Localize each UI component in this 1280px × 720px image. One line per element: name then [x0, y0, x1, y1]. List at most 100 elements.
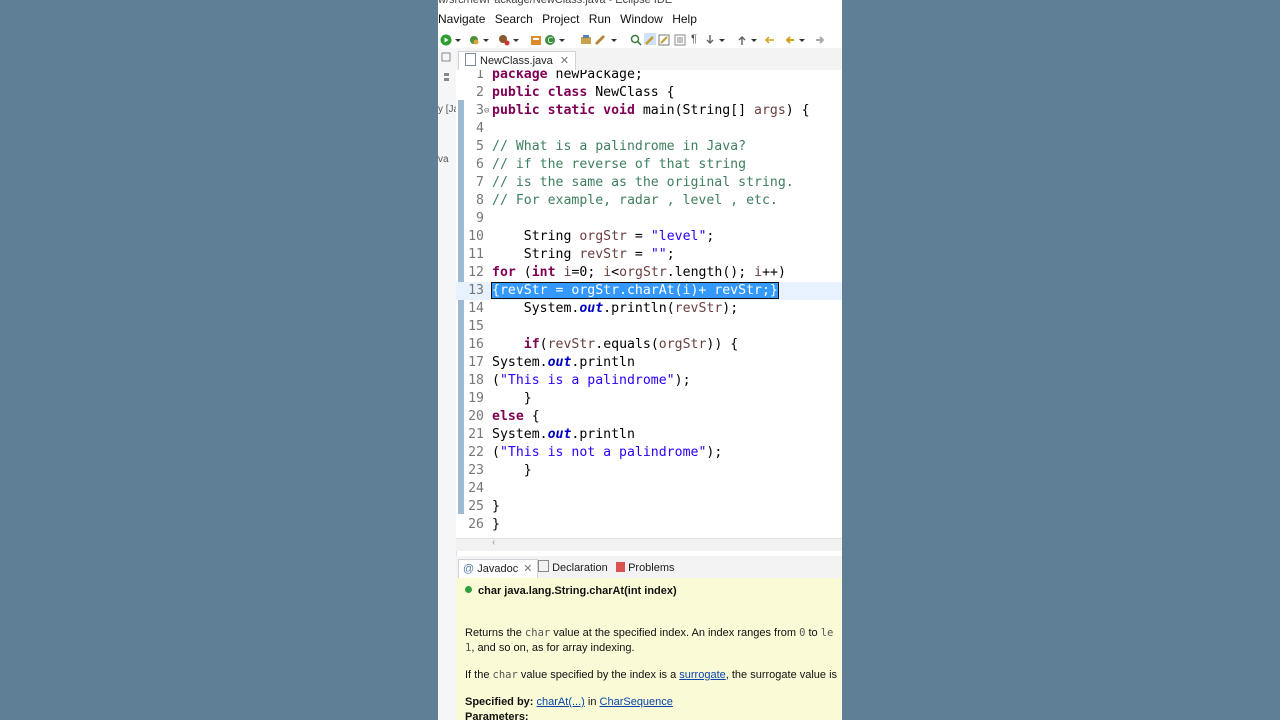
- tab-newclass-java[interactable]: NewClass.java ✕: [458, 51, 577, 71]
- text: Returns the: [465, 627, 525, 639]
- menu-help[interactable]: Help: [672, 12, 697, 26]
- block-selection-icon[interactable]: [658, 33, 670, 46]
- code-token: =0;: [571, 265, 604, 280]
- code-line[interactable]: 14 System.out.println(revStr);: [456, 300, 842, 318]
- new-dropdown-icon[interactable]: [558, 33, 566, 45]
- scroll-left-icon[interactable]: ‹: [492, 537, 495, 548]
- mark-occurrences-icon[interactable]: [644, 33, 656, 45]
- line-number: 26: [468, 517, 484, 532]
- code-token: orgStr: [619, 265, 667, 280]
- code-token: =: [626, 229, 651, 244]
- code-token: ++): [762, 265, 786, 280]
- code-token: public static void: [492, 103, 635, 118]
- debug-icon[interactable]: [468, 33, 480, 45]
- code-token: System.: [492, 301, 580, 316]
- code-line[interactable]: 17 System.out.println: [456, 354, 842, 372]
- back-icon[interactable]: [784, 33, 796, 45]
- previous-annotation-icon[interactable]: [736, 33, 748, 45]
- back-dropdown-icon[interactable]: [798, 33, 806, 45]
- code-line[interactable]: 7 // is the same as the original string.: [456, 174, 842, 192]
- code-token: (: [492, 445, 500, 460]
- code-token: out: [547, 355, 572, 370]
- code-token: .println: [571, 427, 635, 442]
- code-line[interactable]: 24: [456, 480, 842, 498]
- menu-navigate[interactable]: Navigate: [438, 12, 485, 26]
- charat-link[interactable]: charAt(...): [537, 696, 585, 708]
- code-line[interactable]: 6 // if the reverse of that string: [456, 156, 842, 174]
- run-icon[interactable]: [440, 33, 452, 46]
- annotation-icon[interactable]: [630, 33, 642, 46]
- code-line[interactable]: 21 System.out.println: [456, 426, 842, 444]
- tab-declaration[interactable]: Declaration: [534, 559, 612, 578]
- tab-javadoc-label: Javadoc: [477, 563, 519, 575]
- code-token: .println(: [603, 301, 675, 316]
- toolbar: C ¶: [438, 30, 842, 48]
- tab-javadoc[interactable]: @ Javadoc ✕: [458, 559, 538, 579]
- tab-problems-label: Problems: [628, 562, 675, 574]
- code-text: le: [820, 627, 834, 639]
- code-line[interactable]: 15: [456, 318, 842, 336]
- pilcrow-icon[interactable]: ¶: [688, 33, 700, 45]
- menu-project[interactable]: Project: [542, 12, 579, 26]
- task-dropdown-icon[interactable]: [610, 33, 618, 45]
- code-line[interactable]: 19 }: [456, 390, 842, 408]
- menu-run[interactable]: Run: [589, 12, 611, 26]
- code-line[interactable]: 5 // What is a palindrome in Java?: [456, 138, 842, 156]
- menu-window[interactable]: Window: [620, 12, 663, 26]
- line-number: 19: [468, 391, 484, 406]
- horizontal-scrollbar[interactable]: ‹: [456, 537, 842, 551]
- menu-search[interactable]: Search: [495, 12, 533, 26]
- surrogate-link[interactable]: surrogate: [679, 669, 725, 681]
- code-line[interactable]: 18 ("This is a palindrome");: [456, 372, 842, 390]
- line-number: 7: [476, 175, 484, 190]
- restore-icon[interactable]: [443, 72, 451, 87]
- code-line[interactable]: 12 for (int i=0; i<orgStr.length(); i++): [456, 264, 842, 282]
- code-line[interactable]: 2 public class NewClass {: [456, 84, 842, 102]
- code-line[interactable]: 1 package newPackage;: [456, 70, 842, 84]
- debug-dropdown-icon[interactable]: [482, 33, 490, 45]
- code-line[interactable]: 8 // For example, radar , level , etc.: [456, 192, 842, 210]
- code-line[interactable]: 4: [456, 120, 842, 138]
- code-line[interactable]: 11 String revStr = "";: [456, 246, 842, 264]
- code-line[interactable]: 20 else {: [456, 408, 842, 426]
- open-type-icon[interactable]: [580, 33, 592, 45]
- minimize-icon[interactable]: [441, 52, 451, 65]
- code-line[interactable]: 9: [456, 210, 842, 228]
- code-line[interactable]: 10 String orgStr = "level";: [456, 228, 842, 246]
- code-line[interactable]: 26}: [456, 516, 842, 534]
- run-dropdown-icon[interactable]: [454, 33, 462, 45]
- coverage-dropdown-icon[interactable]: [512, 33, 520, 45]
- code-text: ("This is a palindrome");: [492, 372, 691, 390]
- charsequence-link[interactable]: CharSequence: [600, 696, 673, 708]
- new-class-icon[interactable]: C: [544, 33, 556, 45]
- code-token: );: [722, 301, 739, 316]
- line-number: 12: [468, 265, 484, 280]
- line-number: 24: [468, 481, 484, 496]
- close-icon[interactable]: ✕: [560, 55, 569, 67]
- next-annotation-dropdown-icon[interactable]: [718, 33, 726, 45]
- javadoc-signature: char java.lang.String.charAt(int index): [465, 584, 677, 599]
- code-line[interactable]: 25}: [456, 498, 842, 516]
- coverage-icon[interactable]: [498, 33, 510, 46]
- previous-annotation-dropdown-icon[interactable]: [750, 33, 758, 45]
- tab-problems[interactable]: Problems: [612, 559, 679, 578]
- code-line[interactable]: 23 }: [456, 462, 842, 480]
- open-task-icon[interactable]: [594, 33, 606, 46]
- text: , the surrogate value is: [725, 669, 838, 681]
- fold-collapse-icon[interactable]: ⊖: [484, 102, 489, 120]
- word-wrap-icon[interactable]: [674, 33, 686, 46]
- next-annotation-icon[interactable]: [704, 33, 716, 45]
- code-token: for: [492, 265, 516, 280]
- code-line[interactable]: 13 {revStr = orgStr.charAt(i)+ revStr;}: [456, 282, 842, 300]
- code-text: // What is a palindrome in Java?: [492, 138, 746, 156]
- declaration-icon: [538, 560, 549, 572]
- last-edit-location-icon[interactable]: [764, 33, 776, 45]
- code-line[interactable]: 3 ⊖ public static void main(String[] args)…: [456, 102, 842, 120]
- close-icon[interactable]: ✕: [523, 563, 532, 575]
- code-editor[interactable]: 1 package newPackage; 2 public class NewCla…: [456, 70, 842, 538]
- forward-icon[interactable]: [814, 33, 826, 45]
- javadoc-paragraph-1-cont: 1, and so on, as for array indexing.: [465, 641, 635, 656]
- new-java-project-icon[interactable]: [530, 33, 542, 45]
- code-line[interactable]: 16 if(revStr.equals(orgStr)) {: [456, 336, 842, 354]
- code-line[interactable]: 22 ("This is not a palindrome");: [456, 444, 842, 462]
